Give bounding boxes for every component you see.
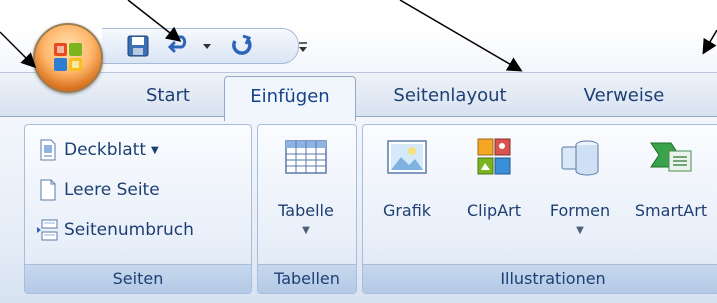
page-break-icon (37, 219, 58, 241)
leere-seite-label: Leere Seite (64, 180, 160, 200)
group-caption-seiten: Seiten (25, 264, 251, 293)
formen-button[interactable]: Formen ▼ (541, 133, 619, 263)
picture-icon (387, 140, 427, 174)
seitenumbruch-button[interactable]: Seitenumbruch (37, 215, 247, 245)
deckblatt-button[interactable]: Deckblatt ▼ (37, 135, 237, 165)
tabelle-button[interactable]: Tabelle ▼ (266, 133, 346, 263)
smartart-button[interactable]: SmartArt (621, 133, 717, 263)
office-logo-icon (54, 43, 82, 71)
chevron-down-icon: ▼ (576, 225, 584, 236)
tab-einfuegen[interactable]: Einfügen (224, 76, 356, 121)
grafik-label: Grafik (382, 201, 432, 220)
tab-verweise[interactable]: Verweise (568, 78, 680, 114)
seitenumbruch-label: Seitenumbruch (64, 220, 194, 240)
clipart-button[interactable]: ClipArt (459, 133, 529, 263)
group-illustrationen: Grafik ClipArt Formen ▼ SmartArt Illustr… (362, 124, 717, 294)
tab-seitenlayout[interactable]: Seitenlayout (375, 78, 525, 114)
leere-seite-button[interactable]: Leere Seite (37, 175, 237, 205)
formen-label: Formen (549, 201, 611, 220)
chevron-down-icon: ▼ (302, 225, 310, 236)
table-icon (285, 140, 327, 174)
redo-icon[interactable] (230, 34, 254, 58)
chevron-down-icon: ▼ (151, 145, 159, 156)
undo-icon[interactable] (168, 34, 192, 58)
tabelle-label: Tabelle (278, 201, 334, 220)
clipart-label: ClipArt (466, 201, 521, 220)
group-seiten: Deckblatt ▼ Leere Seite Seitenumbruch Sei… (24, 124, 252, 294)
cover-page-icon (40, 139, 56, 161)
group-caption-illustrationen: Illustrationen (363, 264, 717, 293)
undo-dropdown-icon[interactable] (201, 40, 213, 52)
grafik-button[interactable]: Grafik (375, 133, 439, 263)
group-tabellen: Tabelle ▼ Tabellen (257, 124, 357, 294)
blank-page-icon (40, 179, 56, 201)
smartart-icon (650, 142, 692, 172)
shapes-icon (561, 140, 599, 176)
group-caption-tabellen: Tabellen (258, 264, 356, 293)
deckblatt-label: Deckblatt (64, 140, 147, 160)
smartart-label: SmartArt (634, 201, 708, 220)
customize-qat-icon[interactable] (297, 40, 309, 54)
save-icon[interactable] (126, 34, 150, 58)
clipart-icon (477, 138, 511, 175)
office-button[interactable] (33, 23, 103, 93)
tab-start[interactable]: Start (132, 78, 204, 114)
